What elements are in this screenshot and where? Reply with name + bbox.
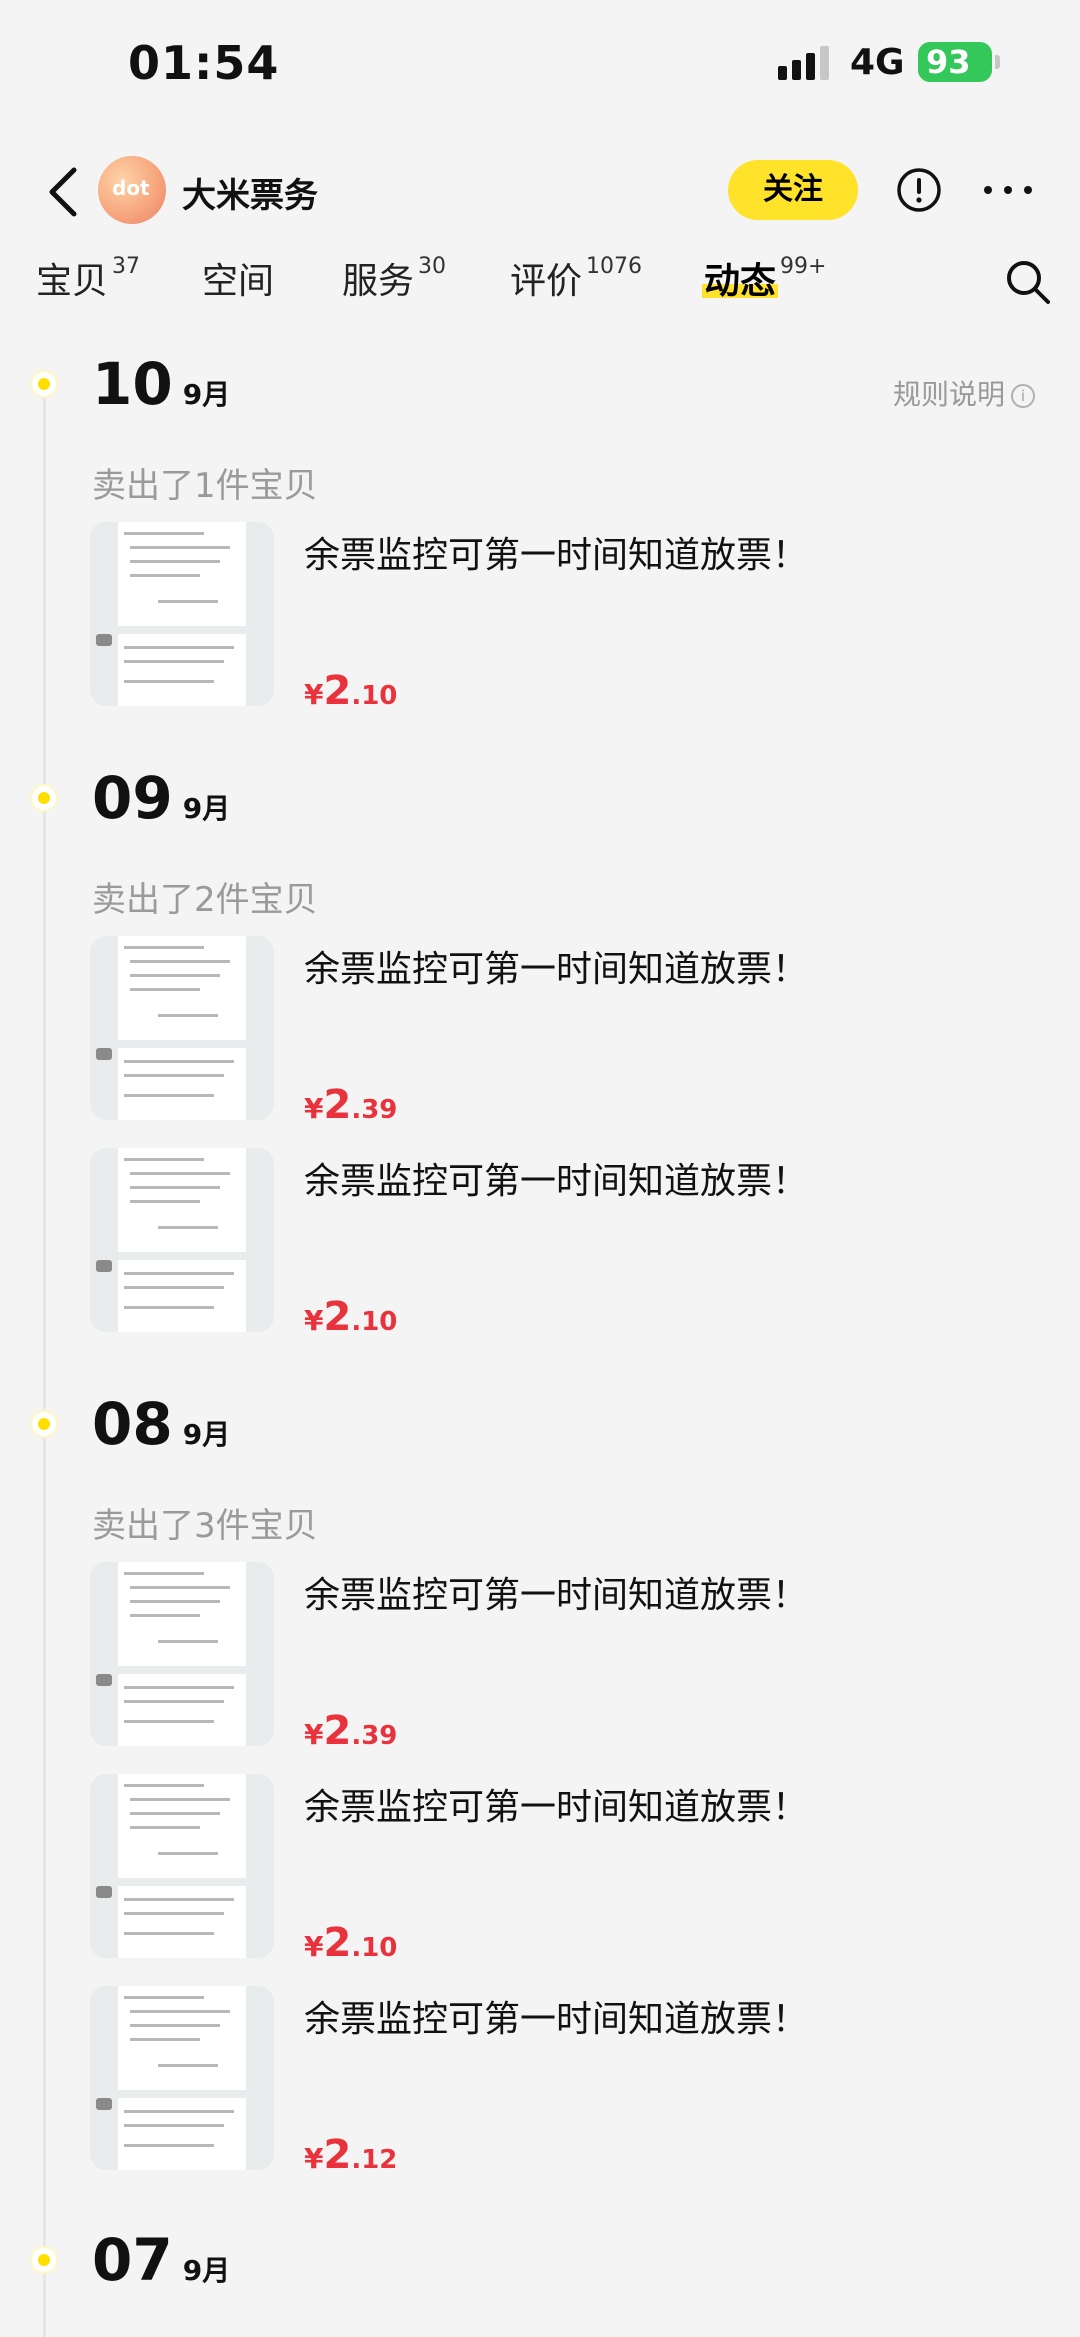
date-day: 10 <box>92 350 173 418</box>
tab-items[interactable]: 宝贝 37 <box>36 252 140 312</box>
date-month: 9月 <box>182 792 231 825</box>
item-title: 余票监控可第一时间知道放票！ <box>304 949 809 990</box>
sold-summary: 卖出了1件宝贝 <box>92 466 318 506</box>
status-bar: 01:54 4G 93 <box>0 0 1080 130</box>
avatar-text: dot <box>112 176 150 200</box>
camera-icon <box>96 1674 112 1686</box>
sold-item[interactable]: 余票监控可第一时间知道放票！ ¥2.10 <box>90 1148 1050 1340</box>
date-month: 9月 <box>182 1418 231 1451</box>
item-thumbnail <box>90 1148 274 1332</box>
tab-count: 30 <box>418 254 447 279</box>
tab-activity[interactable]: 动态 99+ <box>704 252 826 312</box>
sold-item[interactable]: 余票监控可第一时间知道放票！ ¥2.10 <box>90 522 1050 714</box>
shop-name[interactable]: 大米票务 <box>182 168 318 217</box>
sold-item[interactable]: 余票监控可第一时间知道放票！ ¥2.12 <box>90 1986 1050 2178</box>
tab-space[interactable]: 空间 <box>202 252 274 312</box>
rules-label: 规则说明 <box>893 378 1006 411</box>
camera-icon <box>96 2098 112 2110</box>
shop-header: dot 大米票务 关注 <box>0 150 1080 230</box>
shop-avatar[interactable]: dot <box>98 156 166 224</box>
info-icon: i <box>1011 384 1036 408</box>
date-heading: 07 9月 <box>92 2226 230 2294</box>
timeline-dot <box>30 2246 58 2274</box>
item-title: 余票监控可第一时间知道放票！ <box>304 535 809 576</box>
item-price: ¥2.39 <box>304 1708 398 1754</box>
camera-icon <box>96 1048 112 1060</box>
rules-link[interactable]: 规则说明 i <box>893 373 1036 413</box>
battery-indicator: 93 <box>918 42 992 82</box>
tab-label: 服务 <box>342 261 415 302</box>
sold-item[interactable]: 余票监控可第一时间知道放票！ ¥2.10 <box>90 1774 1050 1966</box>
item-price: ¥2.10 <box>304 1920 398 1966</box>
item-price: ¥2.10 <box>304 668 398 714</box>
date-day: 08 <box>92 1390 173 1458</box>
date-day: 09 <box>92 764 173 832</box>
item-price: ¥2.12 <box>304 2132 398 2178</box>
tab-services[interactable]: 服务 30 <box>342 252 446 312</box>
date-heading: 08 9月 <box>92 1390 230 1458</box>
battery-level: 93 <box>926 43 971 81</box>
item-thumbnail <box>90 936 274 1120</box>
camera-icon <box>96 1260 112 1272</box>
tab-count: 1076 <box>586 254 643 279</box>
item-thumbnail <box>90 1986 274 2170</box>
tab-reviews[interactable]: 评价 1076 <box>510 252 642 312</box>
shop-tabs: 宝贝 37 空间 服务 30 评价 1076 动态 99+ <box>0 252 1080 312</box>
tab-label: 宝贝 <box>36 261 109 302</box>
sold-summary: 卖出了3件宝贝 <box>92 1506 318 1546</box>
date-day: 07 <box>92 2226 173 2294</box>
timeline-dot <box>30 1410 58 1438</box>
tab-label: 评价 <box>510 261 583 302</box>
item-title: 余票监控可第一时间知道放票！ <box>304 1161 809 1202</box>
signal-icon <box>778 46 829 80</box>
back-arrow-icon[interactable] <box>44 164 84 220</box>
follow-button[interactable]: 关注 <box>728 160 858 220</box>
more-icon[interactable] <box>980 178 1036 202</box>
date-heading: 10 9月 <box>92 350 230 418</box>
camera-icon <box>96 634 112 646</box>
camera-icon <box>96 1886 112 1898</box>
item-price: ¥2.10 <box>304 1294 398 1340</box>
date-month: 9月 <box>182 2254 231 2287</box>
item-thumbnail <box>90 522 274 706</box>
tab-label: 空间 <box>202 261 275 302</box>
item-title: 余票监控可第一时间知道放票！ <box>304 1999 809 2040</box>
sold-item[interactable]: 余票监控可第一时间知道放票！ ¥2.39 <box>90 1562 1050 1754</box>
status-time: 01:54 <box>128 36 280 90</box>
timeline-dot <box>30 370 58 398</box>
report-icon[interactable] <box>896 167 942 213</box>
item-thumbnail <box>90 1774 274 1958</box>
item-title: 余票监控可第一时间知道放票！ <box>304 1787 809 1828</box>
timeline-line <box>43 382 46 2337</box>
item-price: ¥2.39 <box>304 1082 398 1128</box>
sold-item[interactable]: 余票监控可第一时间知道放票！ ¥2.39 <box>90 936 1050 1128</box>
tab-count: 99+ <box>780 254 827 279</box>
tab-label: 动态 <box>704 261 777 302</box>
tab-count: 37 <box>112 254 141 279</box>
sold-summary: 卖出了2件宝贝 <box>92 880 318 920</box>
timeline-dot <box>30 784 58 812</box>
network-type: 4G <box>850 42 905 83</box>
item-title: 余票监控可第一时间知道放票！ <box>304 1575 809 1616</box>
battery-tip <box>995 55 1000 69</box>
search-icon[interactable] <box>1004 258 1052 306</box>
date-month: 9月 <box>182 378 231 411</box>
date-heading: 09 9月 <box>92 764 230 832</box>
item-thumbnail <box>90 1562 274 1746</box>
